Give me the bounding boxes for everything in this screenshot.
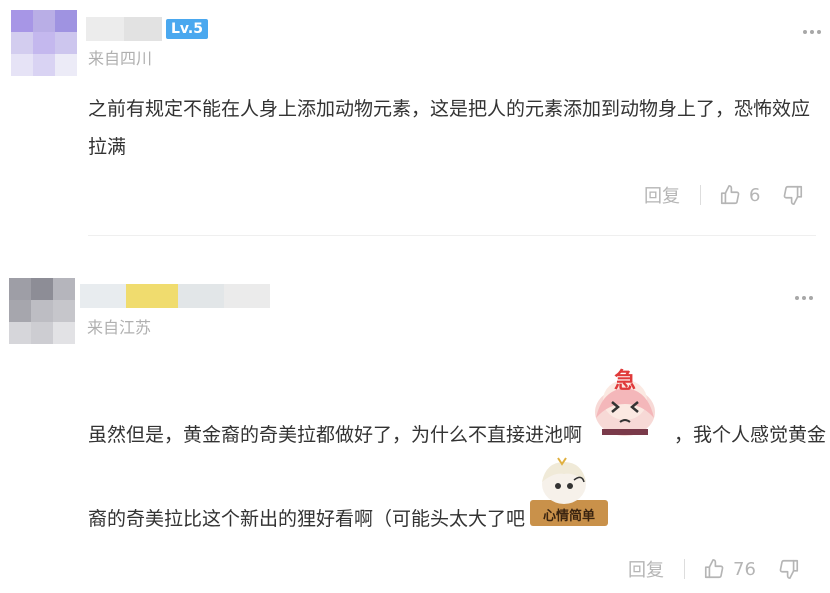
comment-text-segment: 虽然但是，黄金裔的奇美拉都做好了，为什么不直接进池啊 — [88, 424, 583, 446]
avatar[interactable] — [9, 278, 75, 344]
emoji-sticker-xinqing: 心情简单 — [528, 456, 610, 528]
comment-text-segment: ，我个人感觉黄金 — [674, 424, 827, 446]
comment-text: 裔的奇美拉比这个新出的狸好看啊（可能头太大了吧 — [88, 504, 525, 531]
like-count: 76 — [733, 558, 756, 580]
sticker-text: 急 — [614, 368, 636, 393]
comment-text-segment: 裔的奇美拉比这个新出的狸好看啊（可能头太大了吧 — [88, 508, 526, 530]
thumbs-up-icon[interactable] — [703, 558, 725, 580]
comment-item: 来自江苏 虽然但是，黄金裔的奇美拉都做好了，为什么不直接进池啊 ，我个人感觉黄金… — [0, 0, 830, 593]
comment-actions: 回复 76 — [628, 556, 800, 582]
username-blurred[interactable] — [80, 284, 270, 308]
divider — [684, 559, 685, 579]
emoji-sticker-ji: 急 — [582, 360, 668, 442]
location-label: 来自江苏 — [87, 318, 152, 337]
reply-button[interactable]: 回复 — [628, 556, 664, 582]
comment-text: 虽然但是，黄金裔的奇美拉都做好了，为什么不直接进池啊 ，我个人感觉黄金 — [88, 420, 826, 447]
thumbs-down-icon[interactable] — [778, 558, 800, 580]
sticker-text: 心情简单 — [543, 508, 595, 523]
more-icon[interactable] — [795, 296, 813, 300]
